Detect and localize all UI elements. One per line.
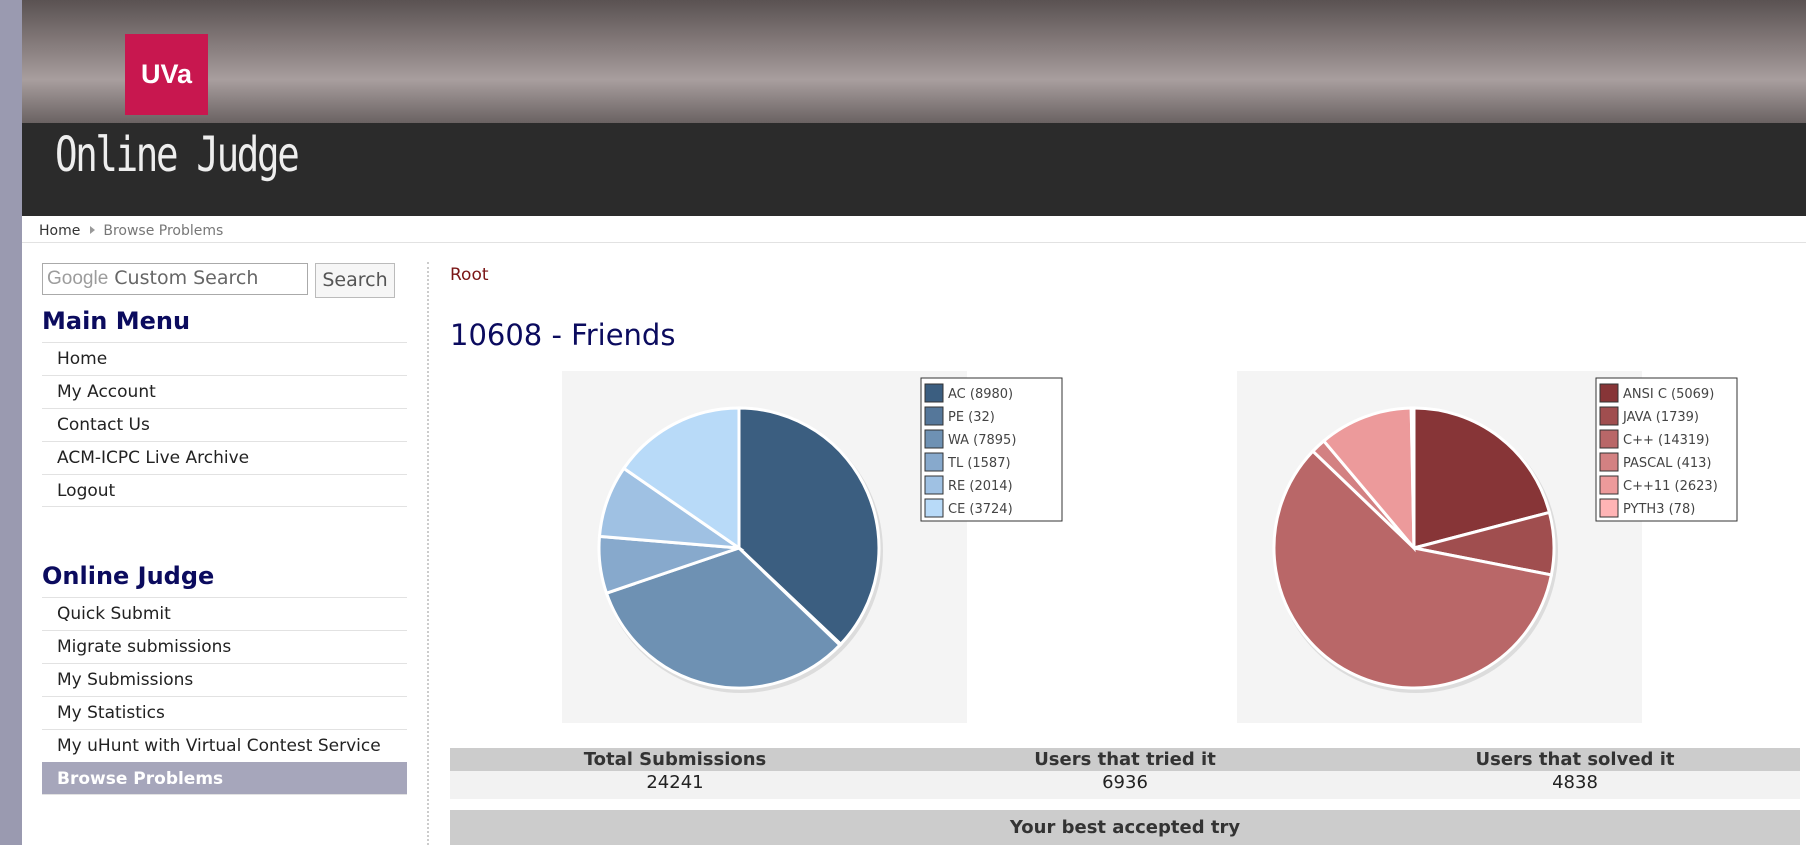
page-frame: UVa Online Judge Home Browse Problems Goo… [22, 0, 1806, 845]
stats-header-total: Total Submissions [583, 749, 767, 770]
problem-title: 10608 - Friends [450, 318, 676, 352]
legend-label: PASCAL (413) [1623, 456, 1711, 471]
header-banner [22, 0, 1806, 123]
online-judge-menu-title: Online Judge [42, 562, 215, 590]
legend-label: AC (8980) [948, 387, 1013, 402]
main-menu-title: Main Menu [42, 307, 191, 335]
menu-item-my-submissions[interactable]: My Submissions [42, 663, 407, 696]
menu-item-contact-us[interactable]: Contact Us [42, 408, 407, 441]
legend-swatch [924, 452, 944, 472]
legend-swatch [924, 406, 944, 426]
legend-swatch [924, 429, 944, 449]
legend-label: RE (2014) [948, 479, 1013, 494]
legend-label: TL (1587) [947, 456, 1011, 471]
legend-swatch [1599, 429, 1619, 449]
breadcrumb-arrow-icon [90, 226, 96, 234]
search-placeholder: Custom Search [114, 267, 259, 289]
search-button[interactable]: Search [315, 263, 395, 298]
legend-swatch [1599, 452, 1619, 472]
uva-logo[interactable]: UVa [125, 34, 208, 115]
google-logo-icon: Google [47, 268, 109, 289]
breadcrumb: Home Browse Problems [22, 216, 1806, 243]
main-menu: Home My Account Contact Us ACM-ICPC Live… [42, 342, 407, 507]
legend-label: C++11 (2623) [1623, 479, 1718, 494]
stats-header-tried: Users that tried it [1034, 749, 1216, 770]
main-content: Root 10608 - Friends AC (8980) PE (32) WA … [450, 243, 1806, 845]
legend-label: ANSI C (5069) [1623, 387, 1714, 402]
verdict-pie-chart: AC (8980) PE (32) WA (7895) TL (1587) RE (20… [562, 371, 1063, 723]
stats-solved-value: 4838 [1552, 772, 1598, 793]
stats-header-solved: Users that solved it [1475, 749, 1675, 770]
column-divider [427, 262, 429, 845]
root-link[interactable]: Root [450, 265, 489, 285]
legend-swatch [1599, 406, 1619, 426]
stats-header-row: Total Submissions Users that tried it Us… [450, 748, 1800, 771]
legend-label: CE (3724) [948, 502, 1013, 517]
stats-table: Total Submissions Users that tried it Us… [450, 748, 1800, 799]
menu-item-my-account[interactable]: My Account [42, 375, 407, 408]
legend-label: JAVA (1739) [1622, 410, 1699, 425]
legend-label: PYTH3 (78) [1623, 502, 1695, 517]
menu-item-browse-problems[interactable]: Browse Problems [42, 762, 407, 795]
search-input[interactable]: Google Custom Search [42, 263, 308, 295]
language-pie-chart: ANSI C (5069) JAVA (1739) C++ (14319) PASCA… [1237, 371, 1738, 723]
legend-label: PE (32) [948, 410, 995, 425]
stats-tried-value: 6936 [1102, 772, 1148, 793]
pie-svg: AC (8980) PE (32) WA (7895) TL (1587) RE (20… [597, 377, 1063, 693]
sidebar: Google Custom Search Search Main Menu Hom… [42, 243, 407, 845]
online-judge-menu: Quick Submit Migrate submissions My Subm… [42, 597, 407, 795]
legend-swatch [1599, 475, 1619, 495]
legend-swatch [924, 383, 944, 403]
site-title: Online Judge [55, 127, 300, 183]
legend-swatch [924, 498, 944, 518]
legend-label: WA (7895) [948, 433, 1016, 448]
menu-item-home[interactable]: Home [42, 342, 407, 375]
legend-label: C++ (14319) [1623, 433, 1710, 448]
menu-item-logout[interactable]: Logout [42, 474, 407, 507]
stats-value-row: 24241 6936 4838 [450, 771, 1800, 799]
legend-swatch [1599, 498, 1619, 518]
breadcrumb-home[interactable]: Home [39, 223, 80, 239]
menu-item-quick-submit[interactable]: Quick Submit [42, 597, 407, 630]
breadcrumb-current: Browse Problems [103, 223, 224, 239]
menu-item-live-archive[interactable]: ACM-ICPC Live Archive [42, 441, 407, 474]
pie-svg: ANSI C (5069) JAVA (1739) C++ (14319) PASCA… [1272, 377, 1738, 693]
best-accepted-try-header: Your best accepted try [450, 810, 1800, 845]
menu-item-uhunt[interactable]: My uHunt with Virtual Contest Service [42, 729, 407, 762]
menu-item-migrate-submissions[interactable]: Migrate submissions [42, 630, 407, 663]
site-header: UVa Online Judge [22, 0, 1806, 216]
legend-swatch [1599, 383, 1619, 403]
stats-total-value: 24241 [646, 772, 704, 793]
legend-swatch [924, 475, 944, 495]
menu-item-my-statistics[interactable]: My Statistics [42, 696, 407, 729]
